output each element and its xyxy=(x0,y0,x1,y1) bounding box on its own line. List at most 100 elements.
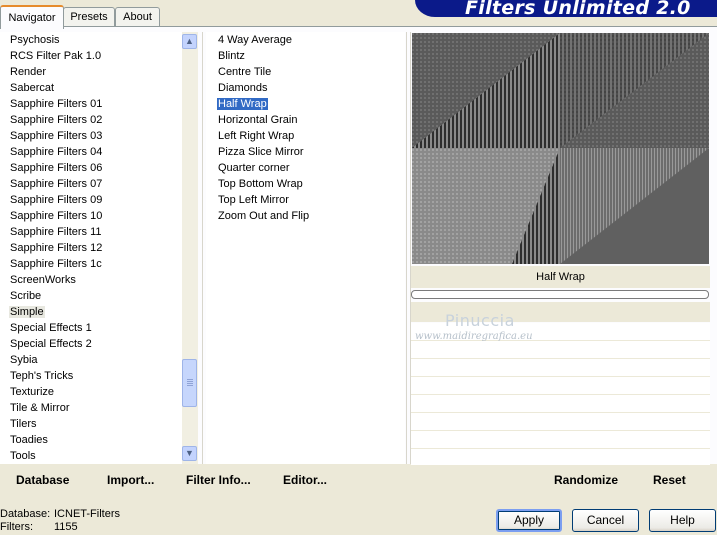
tab-navigator[interactable]: Navigator xyxy=(0,5,64,29)
list-item[interactable]: Zoom Out and Flip xyxy=(206,208,405,224)
list-item[interactable]: Sabercat xyxy=(0,80,182,96)
list-item[interactable]: Scribe xyxy=(0,288,182,304)
editor-link[interactable]: Editor... xyxy=(283,473,327,487)
list-item[interactable]: Sapphire Filters 11 xyxy=(0,224,182,240)
list-item[interactable]: Diamonds xyxy=(206,80,405,96)
list-item[interactable]: Sapphire Filters 10 xyxy=(0,208,182,224)
list-item-label: Sapphire Filters 11 xyxy=(10,226,102,238)
list-item-label: Sapphire Filters 07 xyxy=(10,178,103,190)
scroll-thumb[interactable] xyxy=(182,359,197,407)
filters-count-label: Filters: xyxy=(0,521,33,533)
list-item[interactable]: Teph's Tricks xyxy=(0,368,182,384)
filter-info-link[interactable]: Filter Info... xyxy=(186,473,251,487)
list-item-label: Scribe xyxy=(10,290,42,302)
randomize-link[interactable]: Randomize xyxy=(554,473,618,487)
list-item-label: Sabercat xyxy=(10,82,55,94)
preview-image xyxy=(412,33,709,264)
list-item-label: Special Effects 1 xyxy=(10,322,92,334)
list-item[interactable]: Sapphire Filters 02 xyxy=(0,112,182,128)
list-item[interactable]: Quarter corner xyxy=(206,160,405,176)
list-item-label: Sapphire Filters 02 xyxy=(10,114,103,126)
list-item-label: Sapphire Filters 10 xyxy=(10,210,103,222)
list-item[interactable]: Texturize xyxy=(0,384,182,400)
category-list[interactable]: Psychosis RCS Filter Pak 1.0 Render Saberca… xyxy=(0,32,182,464)
list-item[interactable]: Horizontal Grain xyxy=(206,112,405,128)
list-divider xyxy=(406,32,407,464)
list-item[interactable]: Top Bottom Wrap xyxy=(206,176,405,192)
apply-button[interactable]: Apply xyxy=(496,509,562,532)
list-item[interactable]: Special Effects 2 xyxy=(0,336,182,352)
list-item-label: Toadies xyxy=(10,434,48,446)
list-item[interactable]: RCS Filter Pak 1.0 xyxy=(0,48,182,64)
category-scrollbar[interactable]: ▲ ▼ xyxy=(182,32,198,464)
list-divider xyxy=(202,32,203,464)
list-item[interactable]: Toadies xyxy=(0,432,182,448)
list-item[interactable]: Psychosis xyxy=(0,32,182,48)
cancel-button[interactable]: Cancel xyxy=(572,509,639,532)
list-item[interactable]: Pizza Slice Mirror xyxy=(206,144,405,160)
list-item-label: Pizza Slice Mirror xyxy=(218,146,304,158)
list-item-label: Top Bottom Wrap xyxy=(218,178,303,190)
help-button[interactable]: Help xyxy=(649,509,716,532)
list-item-label: Psychosis xyxy=(10,34,60,46)
app-title: Filters Unlimited 2.0 xyxy=(465,0,691,19)
list-item[interactable]: Blintz xyxy=(206,48,405,64)
list-item[interactable]: Simple xyxy=(0,304,182,320)
filter-list[interactable]: 4 Way Average Blintz Centre Tile Diamonds Ha… xyxy=(206,32,405,464)
tab-about[interactable]: About xyxy=(115,7,160,27)
list-item-label: Tools xyxy=(10,450,36,462)
preview-texture xyxy=(412,33,709,264)
parameter-row xyxy=(411,413,710,431)
list-item[interactable]: Special Effects 1 xyxy=(0,320,182,336)
database-status-value: ICNET-Filters xyxy=(54,508,120,520)
scroll-down-button[interactable]: ▼ xyxy=(182,446,197,461)
list-item[interactable]: Sapphire Filters 1c xyxy=(0,256,182,272)
list-item[interactable]: Tile & Mirror xyxy=(0,400,182,416)
list-item-label: Sapphire Filters 04 xyxy=(10,146,103,158)
list-item[interactable]: Left Right Wrap xyxy=(206,128,405,144)
import-link[interactable]: Import... xyxy=(107,473,154,487)
list-item[interactable]: Top Left Mirror xyxy=(206,192,405,208)
list-item-label: Tile & Mirror xyxy=(10,402,70,414)
grip-icon xyxy=(187,379,193,386)
list-item[interactable]: Sybia xyxy=(0,352,182,368)
list-item-label: Texturize xyxy=(10,386,55,398)
filters-count-value: 1155 xyxy=(54,521,78,533)
list-item-label: Left Right Wrap xyxy=(218,130,295,142)
list-item[interactable]: Centre Tile xyxy=(206,64,405,80)
list-item[interactable]: Sapphire Filters 07 xyxy=(0,176,182,192)
list-item-label: Half Wrap xyxy=(217,98,268,110)
progress-bar xyxy=(411,290,709,299)
list-item-label: ScreenWorks xyxy=(10,274,76,286)
list-item[interactable]: 4 Way Average xyxy=(206,32,405,48)
list-item[interactable]: Tools xyxy=(0,448,182,464)
list-item[interactable]: Sapphire Filters 06 xyxy=(0,160,182,176)
list-item-label: Sapphire Filters 09 xyxy=(10,194,103,206)
watermark-name: Pinuccia xyxy=(445,311,515,330)
reset-link[interactable]: Reset xyxy=(653,473,686,487)
list-item-label: Special Effects 2 xyxy=(10,338,92,350)
tab-presets[interactable]: Presets xyxy=(63,7,115,27)
list-item-label: Top Left Mirror xyxy=(218,194,289,206)
database-status-label: Database: xyxy=(0,508,51,520)
list-item-label: Sapphire Filters 06 xyxy=(10,162,103,174)
parameter-row xyxy=(411,431,710,449)
list-item[interactable]: Sapphire Filters 09 xyxy=(0,192,182,208)
list-item[interactable]: Half Wrap xyxy=(206,96,405,112)
list-item[interactable]: Sapphire Filters 03 xyxy=(0,128,182,144)
list-item[interactable]: ScreenWorks xyxy=(0,272,182,288)
list-item[interactable]: Sapphire Filters 01 xyxy=(0,96,182,112)
list-item-label: Sybia xyxy=(10,354,38,366)
list-item-label: Sapphire Filters 12 xyxy=(10,242,103,254)
database-link[interactable]: Database xyxy=(16,473,69,487)
list-item-label: Diamonds xyxy=(218,82,268,94)
list-item-label: Render xyxy=(10,66,47,78)
list-item[interactable]: Tilers xyxy=(0,416,182,432)
scroll-up-button[interactable]: ▲ xyxy=(182,34,197,49)
list-item-label: Teph's Tricks xyxy=(10,370,74,382)
list-item[interactable]: Render xyxy=(0,64,182,80)
list-item[interactable]: Sapphire Filters 04 xyxy=(0,144,182,160)
list-item[interactable]: Sapphire Filters 12 xyxy=(0,240,182,256)
list-item-label: Tilers xyxy=(10,418,37,430)
list-item-label: Quarter corner xyxy=(218,162,290,174)
